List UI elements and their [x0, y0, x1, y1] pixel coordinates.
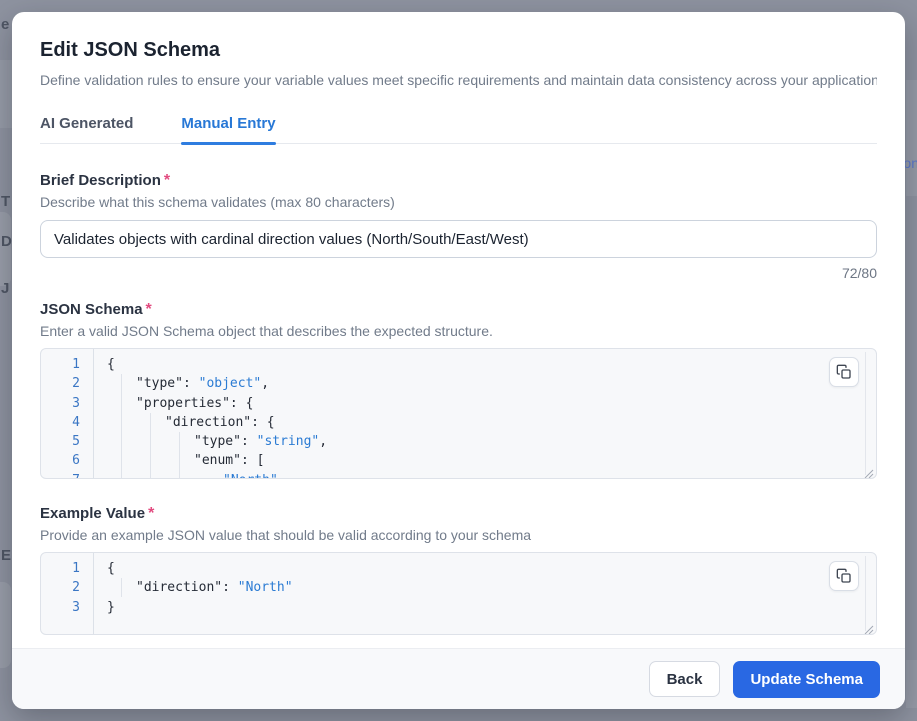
line-number: 2: [41, 374, 93, 393]
required-asterisk: *: [146, 301, 152, 318]
required-asterisk: *: [148, 505, 154, 522]
line-number: 7: [41, 471, 93, 479]
copy-icon: [836, 568, 852, 584]
line-number: 3: [41, 598, 93, 617]
backdrop-letter: E: [1, 547, 11, 564]
code-line: 3}: [41, 598, 876, 617]
example-value-section: Example Value* Provide an example JSON v…: [40, 505, 877, 635]
brief-description-helper: Describe what this schema validates (max…: [40, 194, 877, 210]
gutter-divider: [93, 553, 94, 634]
json-schema-editor[interactable]: 1{2"type": "object",3"properties": {4"di…: [40, 348, 877, 479]
backdrop-letter: D: [1, 233, 12, 250]
back-button[interactable]: Back: [649, 661, 721, 697]
code-line: 2"direction": "North": [41, 578, 876, 597]
copy-button[interactable]: [829, 357, 859, 387]
brief-description-label: Brief Description: [40, 172, 161, 189]
required-asterisk: *: [164, 172, 170, 189]
indent-guide: [179, 432, 180, 478]
example-value-helper: Provide an example JSON value that shoul…: [40, 527, 877, 543]
resize-handle[interactable]: [864, 466, 874, 476]
indent-guide: [150, 413, 151, 478]
code-line: 7"North",: [41, 471, 876, 479]
backdrop-card: [0, 582, 11, 668]
dialog-subtitle: Define validation rules to ensure your v…: [40, 72, 877, 88]
gutter-divider: [93, 349, 94, 478]
resize-handle[interactable]: [864, 622, 874, 632]
json-schema-label: JSON Schema: [40, 301, 143, 318]
dialog-footer: Back Update Schema: [12, 648, 905, 709]
tab-manual-entry[interactable]: Manual Entry: [181, 115, 275, 143]
brief-description-input[interactable]: [40, 220, 877, 258]
line-number: 6: [41, 451, 93, 470]
backdrop-letter: e: [1, 16, 9, 33]
code-line: 1{: [41, 355, 876, 374]
backdrop-band: [906, 660, 917, 708]
indent-guide: [121, 374, 122, 478]
line-number: 5: [41, 432, 93, 451]
code-line: 3"properties": {: [41, 394, 876, 413]
edit-json-schema-dialog: Edit JSON Schema Define validation rules…: [12, 12, 905, 709]
backdrop-letter: J: [1, 280, 9, 297]
code-line: 2"type": "object",: [41, 374, 876, 393]
copy-icon: [836, 364, 852, 380]
schema-mode-tabs: AI Generated Manual Entry: [40, 115, 877, 144]
tab-ai-generated[interactable]: AI Generated: [40, 115, 133, 143]
line-number: 2: [41, 578, 93, 597]
update-schema-button[interactable]: Update Schema: [733, 661, 880, 698]
code-line: 5"type": "string",: [41, 432, 876, 451]
copy-button[interactable]: [829, 561, 859, 591]
scrollbar-track[interactable]: [865, 352, 866, 475]
json-schema-section: JSON Schema* Enter a valid JSON Schema o…: [40, 301, 877, 479]
backdrop-band: [0, 60, 12, 128]
line-number: 4: [41, 413, 93, 432]
code-line: 6"enum": [: [41, 451, 876, 470]
line-number: 3: [41, 394, 93, 413]
line-number: 1: [41, 355, 93, 374]
dialog-title: Edit JSON Schema: [40, 39, 877, 62]
char-count: 72/80: [40, 265, 877, 281]
json-schema-helper: Enter a valid JSON Schema object that de…: [40, 323, 877, 339]
line-number: 1: [41, 559, 93, 578]
backdrop-letter: T: [1, 193, 10, 210]
code-line: 4"direction": {: [41, 413, 876, 432]
backdrop-band: [906, 80, 917, 196]
scrollbar-track[interactable]: [865, 556, 866, 631]
example-value-label: Example Value: [40, 505, 145, 522]
indent-guide: [121, 578, 122, 597]
backdrop-text-fragment: on: [903, 155, 917, 171]
example-value-editor[interactable]: 1{2"direction": "North"3}: [40, 552, 877, 635]
code-line: 1{: [41, 559, 876, 578]
brief-description-section: Brief Description* Describe what this sc…: [40, 172, 877, 281]
